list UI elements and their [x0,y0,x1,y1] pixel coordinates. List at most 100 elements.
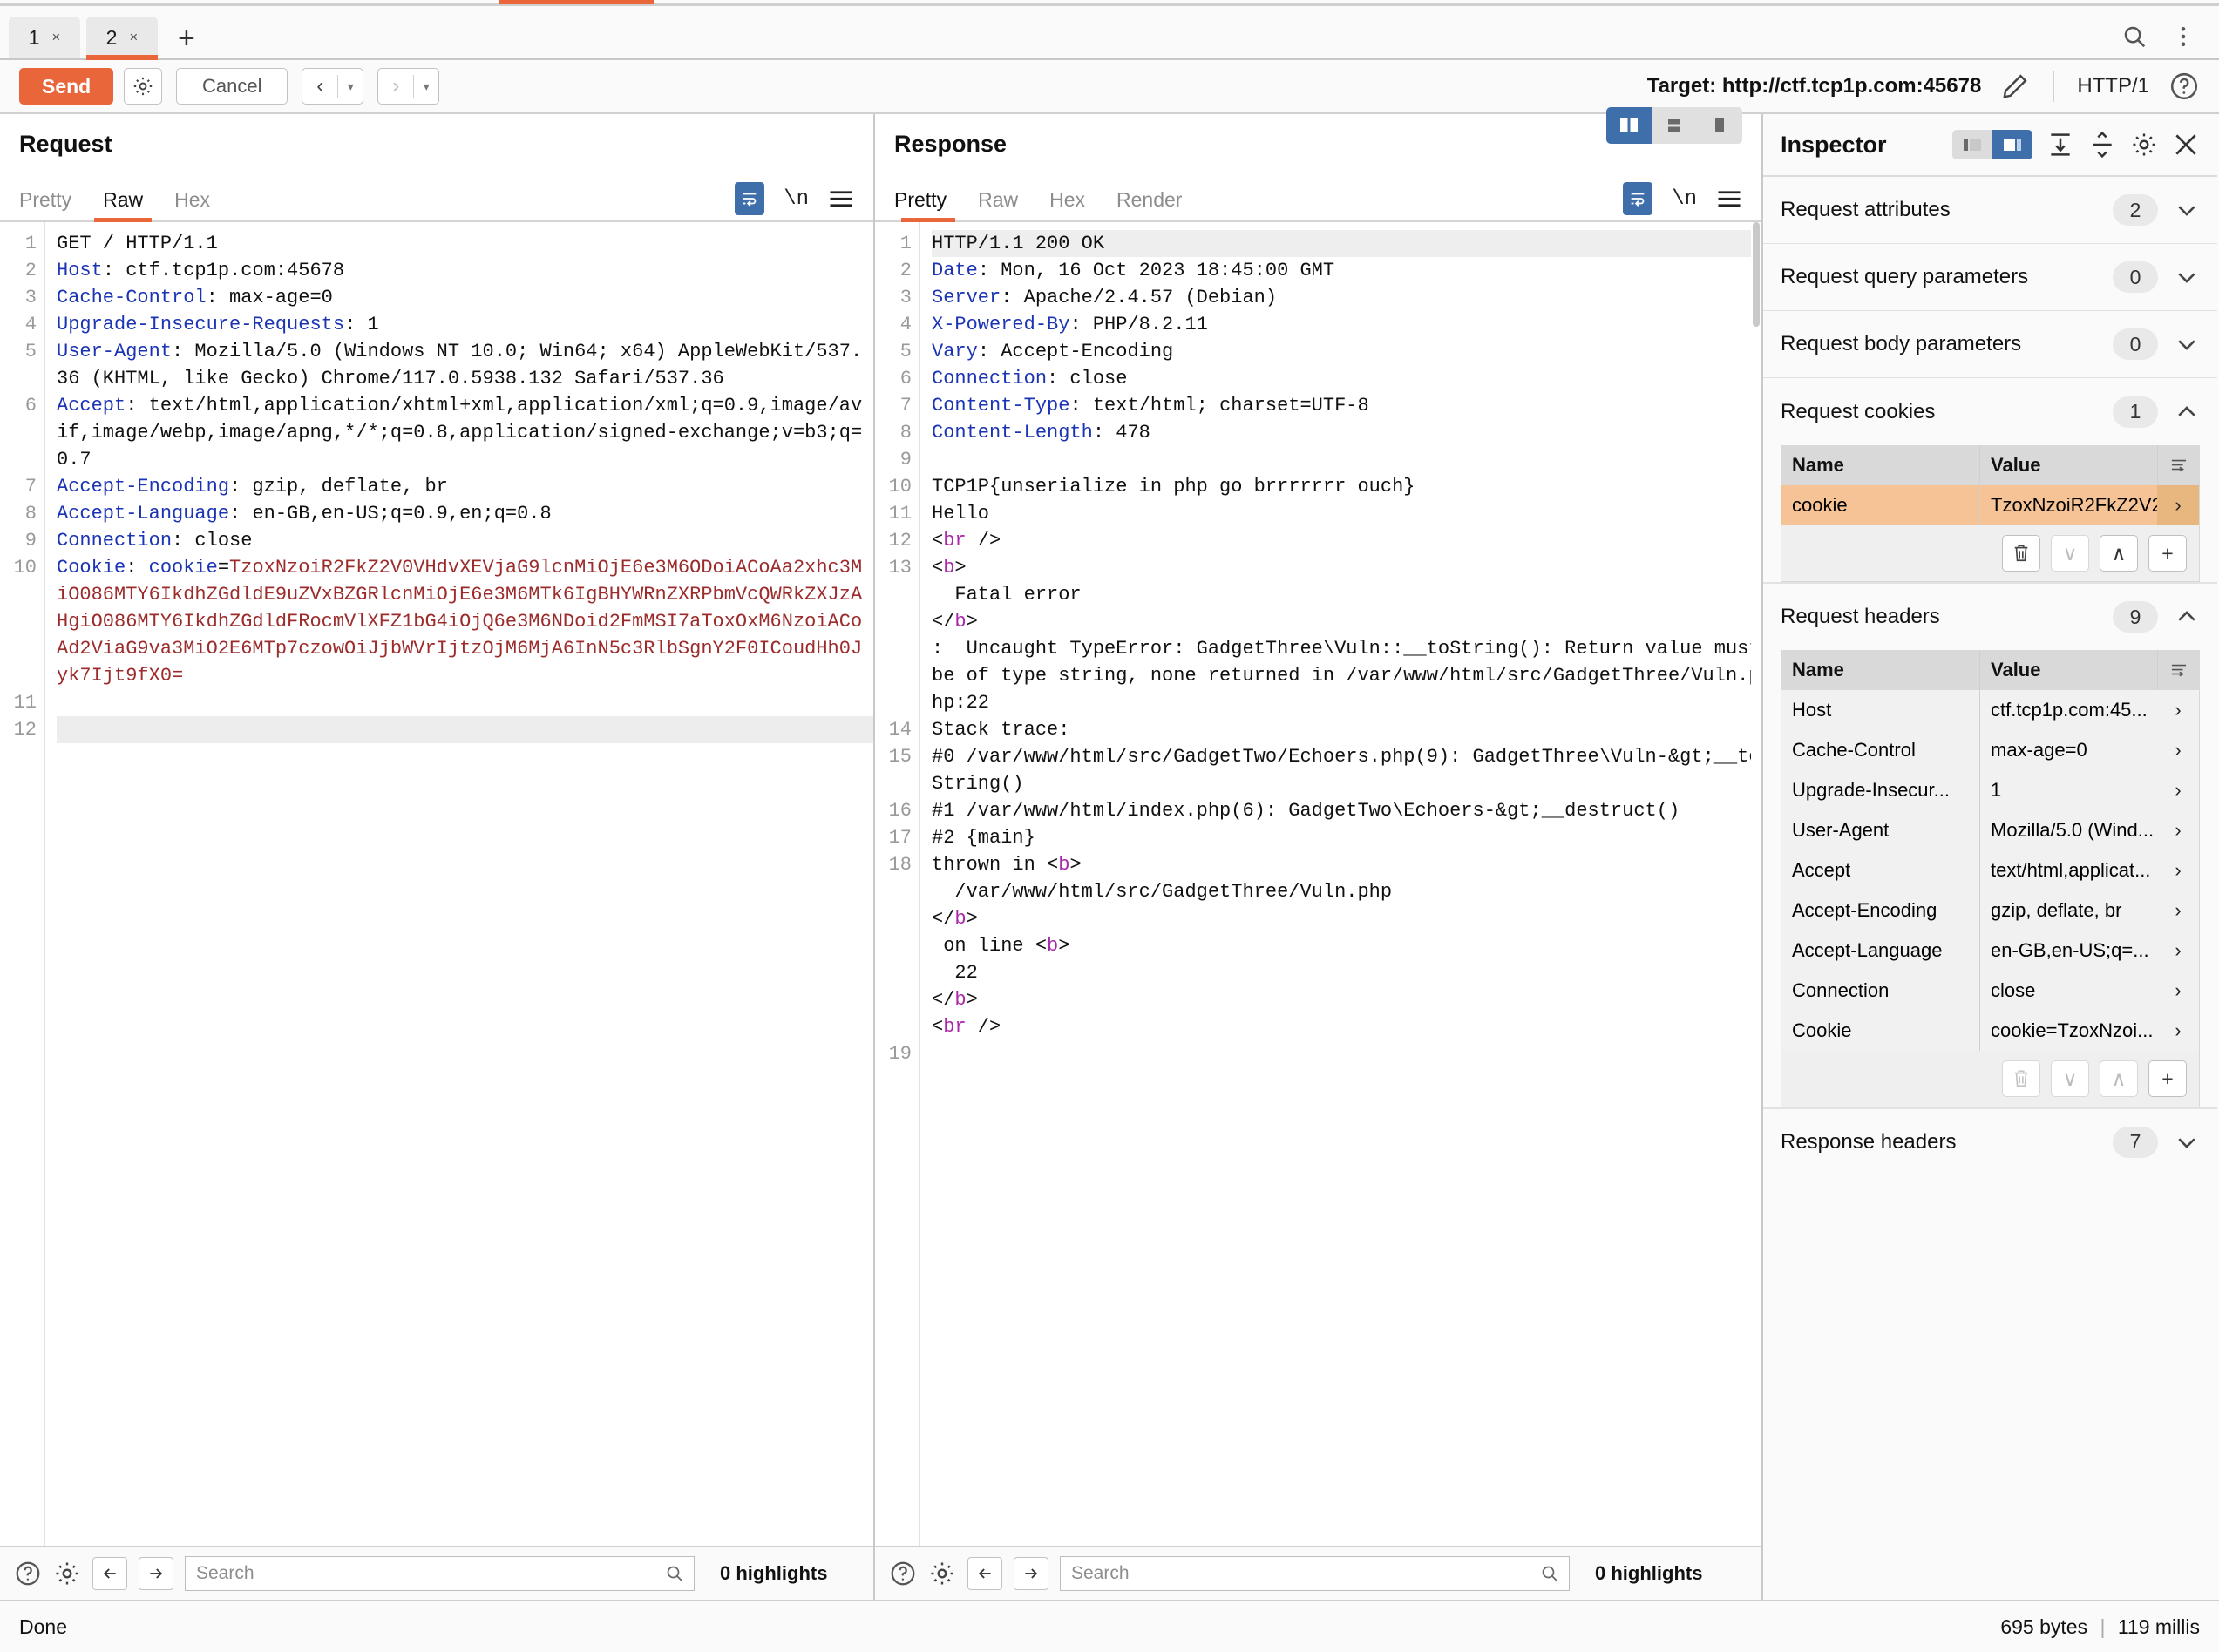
search-icon[interactable] [664,1563,685,1584]
tab-response-pretty[interactable]: Pretty [894,188,962,222]
search-icon[interactable] [1539,1563,1560,1584]
expand-row-icon[interactable]: › [2157,690,2199,730]
hamburger-icon[interactable] [1716,189,1742,209]
search-icon[interactable] [2121,24,2148,50]
response-scrollbar[interactable] [1751,222,1761,1546]
side-by-side-layout-button[interactable] [1606,107,1652,144]
expand-row-icon[interactable]: › [2157,850,2199,890]
add-row-button[interactable]: + [2148,1060,2187,1097]
sort-icon[interactable] [2157,445,2199,485]
table-row[interactable]: Accept-Language en-GB,en-US;q=... › [1781,931,2199,971]
tab-request-hex[interactable]: Hex [159,188,226,220]
expand-row-icon[interactable]: › [2157,1011,2199,1051]
sort-icon[interactable] [2157,650,2199,690]
section-request-query-parameters[interactable]: Request query parameters 0 [1763,244,2217,311]
close-icon[interactable]: × [51,29,60,46]
search-prev-button[interactable] [967,1557,1002,1590]
table-row[interactable]: Upgrade-Insecur... 1 › [1781,770,2199,810]
tab-response-raw[interactable]: Raw [962,188,1034,220]
tab-request-pretty[interactable]: Pretty [19,188,87,220]
move-up-button[interactable]: ∧ [2100,535,2138,572]
close-icon[interactable]: × [129,29,138,46]
search-input[interactable] [1069,1562,1539,1585]
section-request-cookies[interactable]: Request cookies 1 [1763,378,2217,445]
send-button[interactable]: Send [19,68,114,105]
tab-response-hex[interactable]: Hex [1034,188,1101,220]
response-highlight-count: 0 highlights [1595,1562,1703,1584]
table-row[interactable]: Cookie cookie=TzoxNzoi... › [1781,1011,2199,1051]
newline-toggle[interactable]: \n [784,187,809,211]
hamburger-icon[interactable] [828,189,854,209]
collapse-all-icon[interactable] [2046,131,2074,159]
request-editor[interactable]: 1 2 3 4 5 6 7 8 9 10 11 12 GET / HTTP/1.1 Host: ctf.… [0,222,873,1546]
word-wrap-icon[interactable] [735,182,765,215]
gear-icon[interactable] [2130,131,2158,159]
repeater-tab-2[interactable]: 2 × [86,17,158,60]
tab-response-render[interactable]: Render [1101,188,1198,220]
gear-icon[interactable] [928,1560,956,1588]
search-input[interactable] [194,1562,664,1585]
add-row-button[interactable]: + [2148,535,2187,572]
word-wrap-icon[interactable] [1623,182,1653,215]
repeater-tab-1[interactable]: 1 × [9,17,80,58]
section-request-headers[interactable]: Request headers 9 [1763,583,2217,650]
expand-row-icon[interactable]: › [2157,770,2199,810]
response-search-box[interactable] [1060,1556,1570,1591]
forward-button[interactable]: › ▾ [377,68,440,105]
code-line: Cache-Control: max-age=0 [57,287,333,308]
code-line: <br /> [932,530,1001,552]
expand-row-icon[interactable]: › [2157,810,2199,850]
inspector-dock-left-button[interactable] [1952,130,1992,159]
stacked-layout-button[interactable] [1652,107,1697,144]
table-row[interactable]: Accept text/html,applicat... › [1781,850,2199,890]
close-icon[interactable] [2172,131,2200,159]
expand-row-icon[interactable]: › [2157,971,2199,1011]
vertical-dots-icon[interactable] [2170,24,2196,50]
section-response-headers[interactable]: Response headers 7 [1763,1108,2217,1175]
http-version-label[interactable]: HTTP/1 [2077,74,2149,98]
expand-all-icon[interactable] [2088,131,2116,159]
back-button[interactable]: ‹ ▾ [302,68,364,105]
cancel-button[interactable]: Cancel [176,68,288,105]
response-code[interactable]: HTTP/1.1 200 OK Date: Mon, 16 Oct 2023 18… [920,222,1761,1546]
section-request-body-parameters[interactable]: Request body parameters 0 [1763,311,2217,378]
move-up-button[interactable]: ∧ [2100,1060,2138,1097]
question-circle-icon[interactable] [14,1560,42,1588]
single-pane-layout-button[interactable] [1697,107,1742,144]
question-circle-icon[interactable] [889,1560,917,1588]
expand-row-icon[interactable]: › [2157,890,2199,931]
scrollbar-thumb[interactable] [1753,222,1760,327]
table-row[interactable]: Accept-Encoding gzip, deflate, br › [1781,890,2199,931]
tab-request-raw[interactable]: Raw [87,188,159,222]
header-name: Accept [1781,850,1980,890]
response-editor[interactable]: 1 2 3 4 5 6 7 8 9 10 11 12 13 14 15 16 17 18 19 HTTP/1.1 2… [875,222,1761,1546]
move-down-button[interactable]: ∨ [2051,535,2089,572]
table-row[interactable]: Connection close › [1781,971,2199,1011]
move-down-button[interactable]: ∨ [2051,1060,2089,1097]
expand-row-icon[interactable]: › [2157,931,2199,971]
question-circle-icon[interactable] [2168,71,2200,102]
search-next-button[interactable] [139,1557,173,1590]
add-tab-button[interactable]: + [164,24,213,58]
request-code[interactable]: GET / HTTP/1.1 Host: ctf.tcp1p.com:45678 C… [45,222,873,1546]
expand-row-icon[interactable]: › [2157,730,2199,770]
chevron-down-icon[interactable]: ▾ [338,79,363,94]
chevron-down-icon[interactable]: ▾ [414,79,438,94]
request-pane: Request Pretty Raw Hex \n 1 2 3 4 5 6 7 … [0,114,875,1600]
table-row[interactable]: User-Agent Mozilla/5.0 (Wind... › [1781,810,2199,850]
newline-toggle[interactable]: \n [1672,187,1697,211]
table-row[interactable]: Host ctf.tcp1p.com:45... › [1781,690,2199,730]
delete-row-button[interactable] [2002,535,2040,572]
search-next-button[interactable] [1014,1557,1048,1590]
table-row[interactable]: Cache-Control max-age=0 › [1781,730,2199,770]
section-request-attributes[interactable]: Request attributes 2 [1763,177,2217,244]
table-row[interactable]: cookie TzoxNzoiR2FkZ2V2... › [1781,485,2199,525]
request-search-box[interactable] [185,1556,695,1591]
inspector-dock-right-button[interactable] [1992,130,2032,159]
search-prev-button[interactable] [92,1557,127,1590]
expand-row-icon[interactable]: › [2157,485,2199,525]
gear-icon[interactable] [53,1560,81,1588]
pencil-icon[interactable] [2000,71,2030,101]
delete-row-button[interactable] [2002,1060,2040,1097]
send-settings-button[interactable] [124,68,163,105]
